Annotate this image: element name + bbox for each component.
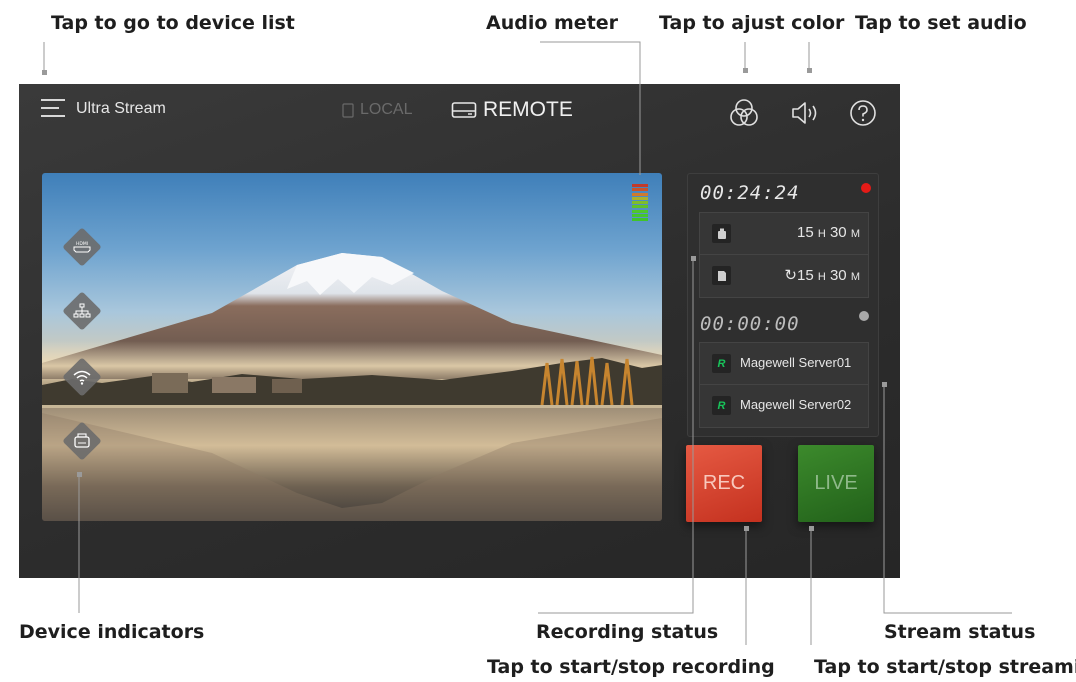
callout-leaders [42,41,1012,645]
